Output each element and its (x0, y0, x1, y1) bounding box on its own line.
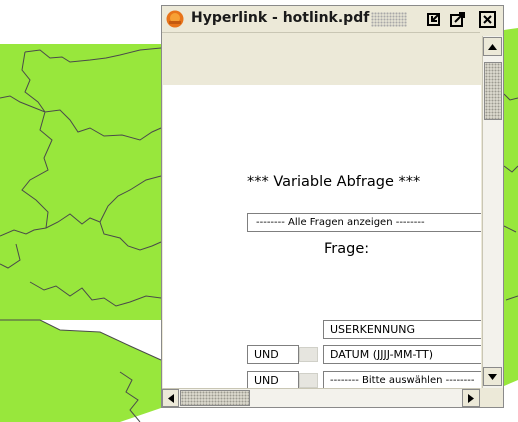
horizontal-scrollbar[interactable] (162, 388, 480, 407)
form-heading: *** Variable Abfrage *** (247, 174, 421, 190)
drag-grip[interactable] (371, 12, 407, 27)
row-checkbox[interactable] (299, 347, 318, 362)
horizontal-scroll-thumb[interactable] (180, 390, 250, 406)
scroll-down-button[interactable] (483, 367, 502, 386)
datum-field[interactable]: DATUM (JJJJ-MM-TT) (323, 345, 481, 364)
toolbar-area (162, 32, 480, 85)
document-content: *** Variable Abfrage *** -------- Alle F… (163, 85, 481, 388)
vertical-scrollbar[interactable] (482, 36, 503, 388)
maximize-icon[interactable] (448, 10, 467, 29)
title-bar[interactable]: Hyperlink - hotlink.pdf (162, 6, 503, 32)
arrow-right-icon (468, 393, 474, 403)
question-label: Frage: (324, 241, 370, 257)
arrow-up-icon (488, 43, 497, 50)
scroll-left-button[interactable] (162, 389, 179, 407)
window-title: Hyperlink - hotlink.pdf (191, 10, 370, 26)
hyperlink-window: Hyperlink - hotlink.pdf *** Variable Abf… (161, 5, 504, 408)
scroll-right-button[interactable] (462, 389, 480, 407)
question-select[interactable]: -------- Bitte auswählen -------- (323, 371, 481, 388)
operator-select[interactable]: UND (247, 345, 299, 364)
vertical-scroll-thumb[interactable] (484, 62, 502, 120)
arrow-down-icon (488, 373, 497, 380)
operator-select[interactable]: UND (247, 371, 299, 388)
restore-icon[interactable] (424, 10, 443, 29)
scroll-corner (482, 388, 503, 407)
row-checkbox[interactable] (299, 373, 318, 388)
close-icon[interactable] (478, 10, 497, 29)
pdf-app-icon (166, 10, 184, 28)
userkennung-field[interactable]: USERKENNUNG (323, 320, 481, 339)
show-all-questions-select[interactable]: -------- Alle Fragen anzeigen -------- (247, 213, 481, 232)
scroll-up-button[interactable] (483, 37, 502, 56)
arrow-left-icon (167, 393, 174, 403)
